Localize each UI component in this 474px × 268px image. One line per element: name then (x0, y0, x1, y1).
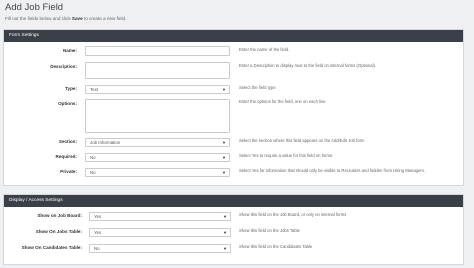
type-hint: Select the field type. (239, 85, 277, 90)
description-label: Description: (50, 64, 77, 69)
chevron-down-icon: ▼ (222, 87, 226, 92)
panel-header: Form Settings (4, 30, 463, 42)
private-select-value: No (90, 170, 96, 175)
display-settings-panel: Display / Access Settings Show on Job Bo… (3, 194, 464, 265)
chevron-down-icon: ▼ (223, 246, 227, 251)
show-on-job-board-select[interactable]: Yes ▼ (89, 212, 231, 221)
page-subtitle: Fill out the fields below and click Save… (5, 16, 126, 21)
show-on-candidates-table-select[interactable]: No ▼ (89, 244, 231, 253)
show-on-jobs-table-select[interactable]: Yes ▼ (89, 228, 231, 237)
chevron-down-icon: ▼ (222, 170, 226, 175)
name-label: Name: (62, 48, 77, 53)
required-select[interactable]: No ▼ (85, 153, 230, 162)
section-select-value: Job Information (90, 140, 121, 145)
show-on-candidates-table-hint: Show this field on the Candidates Table (239, 244, 313, 249)
show-on-candidates-table-label: Show On Candidates Table: (21, 245, 82, 250)
section-select[interactable]: Job Information ▼ (85, 138, 230, 147)
chevron-down-icon: ▼ (223, 230, 227, 235)
show-on-jobs-table-value: Yes (94, 230, 102, 235)
page-title: Add Job Field (5, 2, 64, 13)
section-label: Section: (58, 139, 77, 144)
chevron-down-icon: ▼ (222, 155, 226, 160)
show-on-jobs-table-label: Show On Jobs Table: (35, 229, 82, 234)
subtitle-save-word: Save (71, 16, 83, 21)
show-on-job-board-label: Show on Job Board: (37, 213, 82, 218)
panel-header: Display / Access Settings (4, 195, 463, 207)
options-label: Options: (58, 101, 77, 106)
required-hint: Select Yes to require a value for this f… (239, 153, 334, 158)
type-select[interactable]: Text ▼ (85, 85, 230, 94)
show-on-jobs-table-hint: Show this field on the Jobs Table (239, 228, 300, 233)
options-hint: Enter the options for the field, one on … (239, 99, 326, 104)
chevron-down-icon: ▼ (223, 214, 227, 219)
name-input[interactable] (85, 46, 230, 56)
show-on-job-board-hint: Show this field on the Job Board, or onl… (239, 212, 347, 217)
private-label: Private: (60, 169, 77, 174)
private-hint: Select Yes for information that should o… (239, 168, 425, 173)
show-on-candidates-table-value: No (94, 246, 100, 251)
show-on-job-board-value: Yes (94, 214, 102, 219)
required-select-value: No (90, 155, 96, 160)
description-hint: Enter a Description to display next to t… (239, 63, 377, 68)
section-hint: Select the section where this field appe… (239, 138, 365, 143)
description-textarea[interactable] (85, 62, 230, 79)
form-settings-panel: Form Settings Name: Enter the name of th… (3, 29, 464, 186)
name-hint: Enter the name of the field. (239, 47, 290, 52)
type-label: Type: (65, 86, 77, 91)
options-textarea[interactable] (85, 99, 230, 133)
type-select-value: Text (90, 87, 99, 92)
subtitle-text-end: to create a new field. (83, 16, 127, 21)
subtitle-text: Fill out the fields below and click (5, 16, 71, 21)
required-label: Required: (55, 154, 77, 159)
private-select[interactable]: No ▼ (85, 168, 230, 177)
chevron-down-icon: ▼ (222, 140, 226, 145)
